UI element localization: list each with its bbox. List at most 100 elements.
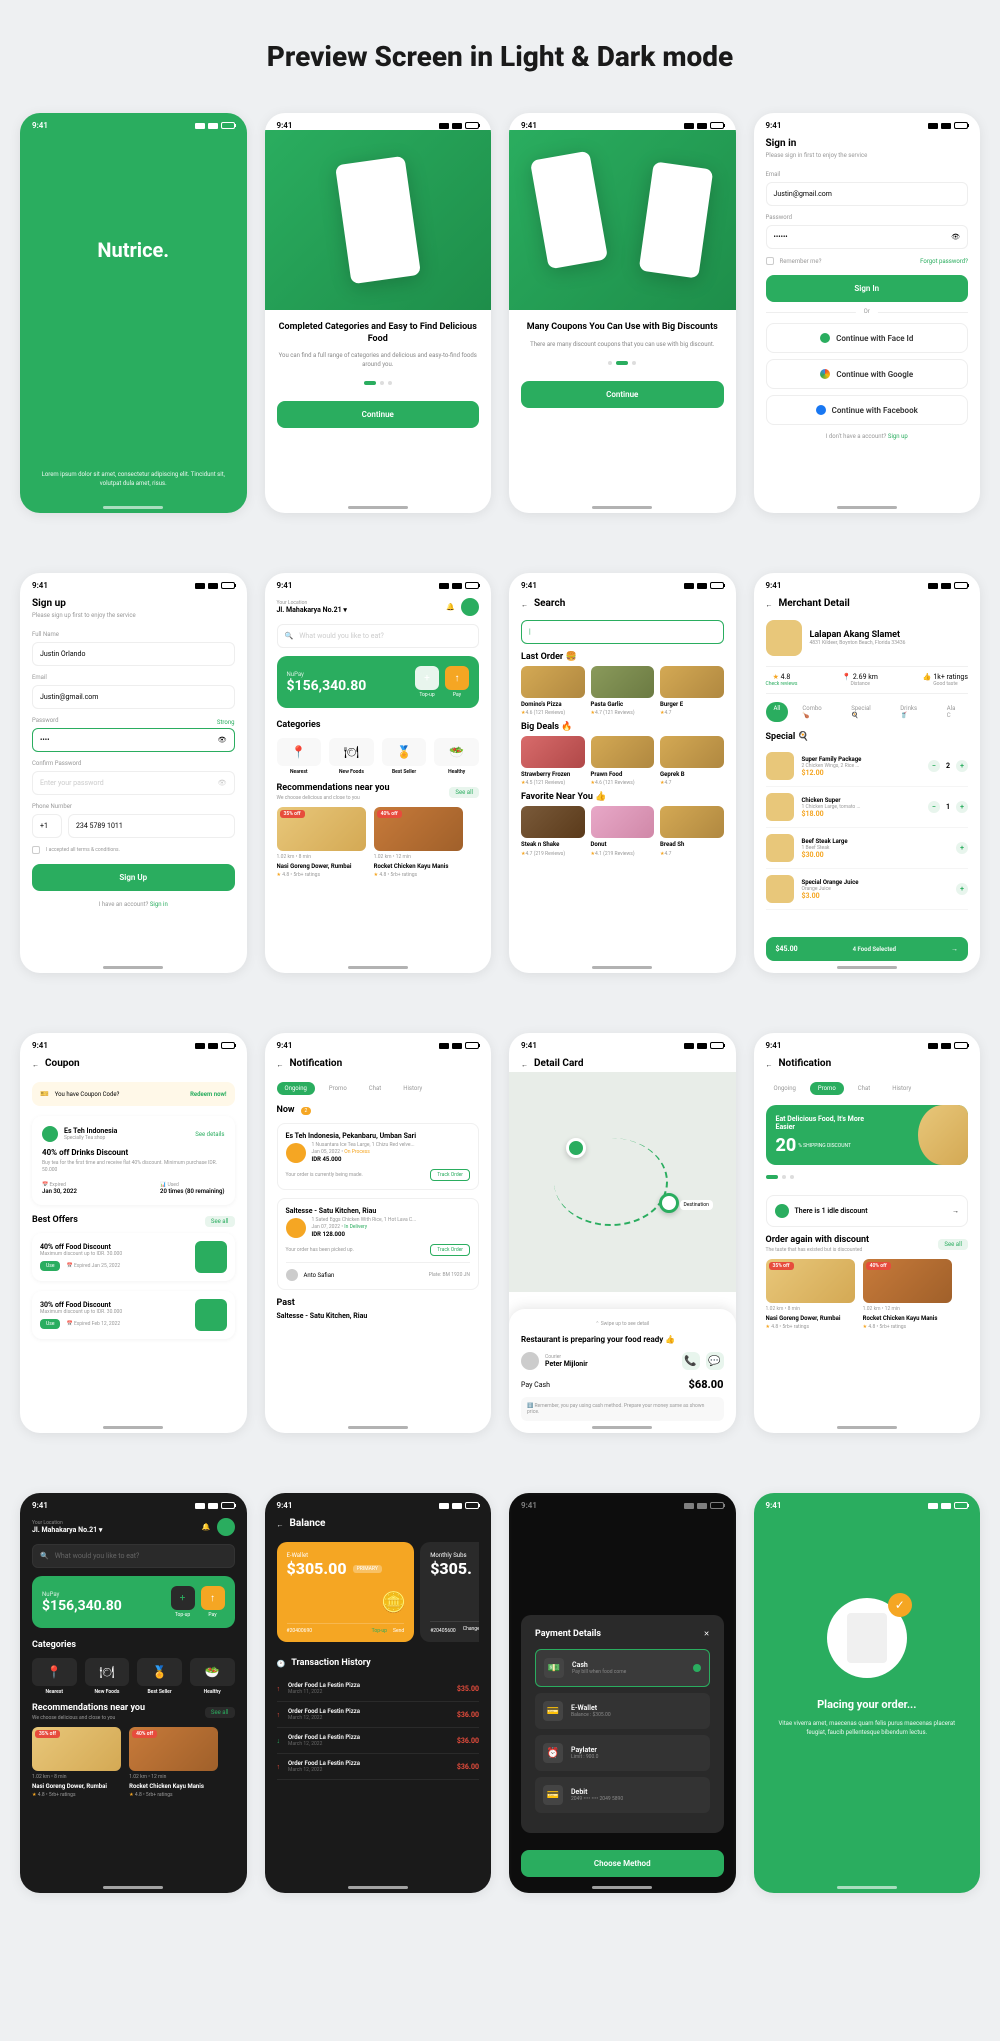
tab-history[interactable]: History [884, 1082, 919, 1095]
topup-link[interactable]: Top-up [372, 1628, 387, 1634]
signup-button[interactable]: Sign Up [32, 864, 235, 891]
signin-link[interactable]: Sign in [150, 901, 168, 908]
see-all-button[interactable]: See all [449, 787, 479, 798]
notification-icon[interactable]: 🔔 [202, 1523, 211, 1531]
close-icon[interactable]: ✕ [704, 1630, 710, 1638]
food-card[interactable]: 35% off1.02 km • 8 minNasi Goreng Dower,… [766, 1259, 855, 1330]
promo-banner[interactable]: Eat Delicious Food, It's More Easier 20%… [766, 1105, 969, 1165]
back-icon[interactable]: ← [277, 1521, 284, 1529]
tab-all[interactable]: All [766, 702, 789, 722]
password-field[interactable]: ••••••👁 [766, 225, 969, 249]
back-icon[interactable]: ← [521, 1061, 528, 1069]
category-bestseller[interactable]: 🏅Best Seller [382, 738, 427, 775]
search-result[interactable]: Domino's Pizza★4.6 (121 Reviews) [521, 666, 585, 716]
food-card[interactable]: 40% off1.02 km • 12 minRocket Chicken Ka… [129, 1727, 218, 1798]
chat-button[interactable]: 💬 [706, 1352, 724, 1370]
search-result[interactable]: Geprek B★4.7 [660, 736, 724, 786]
facebook-button[interactable]: Continue with Facebook [766, 395, 969, 425]
email-field[interactable]: Justin@gmail.com [766, 182, 969, 206]
wallet-card-2[interactable]: Monthly Subs $305. #20405600Change Colo [420, 1542, 479, 1642]
category-new[interactable]: 🍽New Foods [329, 738, 374, 775]
food-card[interactable]: 40% off1.02 km • 12 minRocket Chicken Ka… [374, 807, 463, 878]
redeem-link[interactable]: Redeem now! [190, 1091, 226, 1098]
profile-icon[interactable] [217, 1518, 235, 1536]
back-icon[interactable]: ← [32, 1061, 39, 1069]
category-new[interactable]: 🍽New Foods [85, 1658, 130, 1695]
txn-row[interactable]: ↓Order Food La Festin PizzaMarch 12, 202… [277, 1728, 480, 1754]
payment-ewallet[interactable]: 💳E-WalletBalance : $305.00 [535, 1693, 710, 1729]
back-icon[interactable]: ← [766, 601, 773, 609]
continue-button[interactable]: Continue [277, 401, 480, 428]
tab-chat[interactable]: Chat [850, 1082, 878, 1095]
bottom-sheet[interactable]: ⌃ Swipe up to see detail Restaurant is p… [509, 1309, 736, 1433]
track-button[interactable]: Track Order [430, 1244, 470, 1256]
pay-button[interactable]: ↑ [445, 666, 469, 690]
minus-button[interactable]: − [928, 760, 940, 772]
category-nearest[interactable]: 📍Nearest [277, 738, 322, 775]
send-link[interactable]: Send [393, 1628, 404, 1634]
category-bestseller[interactable]: 🏅Best Seller [137, 1658, 182, 1695]
payment-paylater[interactable]: ⏰PaylaterLimit : 900.0 [535, 1735, 710, 1771]
see-all-button[interactable]: See all [938, 1239, 968, 1250]
tab-ongoing[interactable]: Ongoing [766, 1082, 804, 1095]
track-button[interactable]: Track Order [430, 1169, 470, 1181]
tab-history[interactable]: History [395, 1082, 430, 1095]
food-card[interactable]: 35% off1.02 km • 8 minNasi Goreng Dower,… [32, 1727, 121, 1798]
search-result[interactable]: Bread Sh★4.7 [660, 806, 724, 856]
email-field[interactable]: Justin@gmail.com [32, 685, 235, 709]
menu-item[interactable]: Special Orange JuiceOrange Juice$3.00+ [766, 869, 969, 910]
profile-icon[interactable] [461, 598, 479, 616]
signin-button[interactable]: Sign In [766, 275, 969, 302]
tab-promo[interactable]: Promo [810, 1082, 844, 1095]
txn-row[interactable]: ↑Order Food La Festin PizzaMarch 12, 202… [277, 1754, 480, 1780]
back-icon[interactable]: ← [521, 601, 528, 609]
food-card[interactable]: 35% off1.02 km • 8 minNasi Goreng Dower,… [277, 807, 366, 878]
txn-row[interactable]: ↑Order Food La Festin PizzaMarch 12, 202… [277, 1702, 480, 1728]
txn-row[interactable]: ↑Order Food La Festin PizzaMarch 11, 202… [277, 1676, 480, 1702]
google-button[interactable]: Continue with Google [766, 359, 969, 389]
continue-button[interactable]: Continue [521, 381, 724, 408]
cart-bar[interactable]: $45.004 Food Selected→ [766, 937, 969, 961]
search-input[interactable]: 🔍What would you like to eat? [277, 624, 480, 648]
forgot-password-link[interactable]: Forgot password? [920, 258, 968, 265]
back-icon[interactable]: ← [277, 1061, 284, 1069]
map-view[interactable]: Destination [509, 1072, 736, 1292]
use-button[interactable]: Use [40, 1319, 60, 1329]
category-healthy[interactable]: 🥗Healthy [434, 738, 479, 775]
tab-chat[interactable]: Chat [361, 1082, 389, 1095]
menu-item[interactable]: Super Family Package2 Chicken Wings, 2 R… [766, 746, 969, 787]
search-input[interactable]: 🔍What would you like to eat? [32, 1544, 235, 1568]
plus-button[interactable]: + [956, 760, 968, 772]
location-selector[interactable]: Jl. Mahakarya No.21 ▾ [32, 1526, 102, 1534]
call-button[interactable]: 📞 [682, 1352, 700, 1370]
plus-button[interactable]: + [956, 842, 968, 854]
terms-checkbox[interactable]: I accepted all terms & conditions. [32, 846, 235, 854]
tab-combo[interactable]: Combo 🍗 [794, 702, 837, 722]
tab-special[interactable]: Special 🍳 [843, 702, 886, 722]
food-card[interactable]: 40% off1.02 km • 12 minRocket Chicken Ka… [863, 1259, 952, 1330]
location-selector[interactable]: Jl. Mahakarya No.21 ▾ [277, 606, 347, 614]
signup-link[interactable]: Sign up [888, 433, 908, 440]
eye-icon[interactable]: 👁 [218, 779, 227, 787]
phone-code-field[interactable]: +1 [32, 814, 62, 838]
name-field[interactable]: Justin Orlando [32, 642, 235, 666]
eye-icon[interactable]: 👁 [951, 233, 960, 241]
tab-drinks[interactable]: Drinks 🥤 [892, 702, 933, 722]
topup-button[interactable]: + [171, 1586, 195, 1610]
menu-item[interactable]: Chicken Super1 Chicken Large, tomato ...… [766, 787, 969, 828]
pay-button[interactable]: ↑ [201, 1586, 225, 1610]
tab-promo[interactable]: Promo [321, 1082, 355, 1095]
search-input[interactable]: | [521, 620, 724, 644]
see-all-button[interactable]: See all [205, 1216, 235, 1227]
idle-discount-card[interactable]: There is 1 idle discount→ [766, 1195, 969, 1227]
search-result[interactable]: Steak n Shake★4.7 (219 Reviews) [521, 806, 585, 856]
password-field[interactable]: ••••👁 [32, 728, 235, 752]
category-healthy[interactable]: 🥗Healthy [190, 1658, 235, 1695]
phone-field[interactable]: 234 5789 1011 [68, 814, 235, 838]
plus-button[interactable]: + [956, 801, 968, 813]
search-result[interactable]: Burger E★4.7 [660, 666, 724, 716]
search-result[interactable]: Pasta Garlic★4.7 (121 Reviews) [591, 666, 655, 716]
search-result[interactable]: Strawberry Frozen★4.5 (121 Reviews) [521, 736, 585, 786]
search-result[interactable]: Donut★4.1 (219 Reviews) [591, 806, 655, 856]
confirm-field[interactable]: Enter your password👁 [32, 771, 235, 795]
